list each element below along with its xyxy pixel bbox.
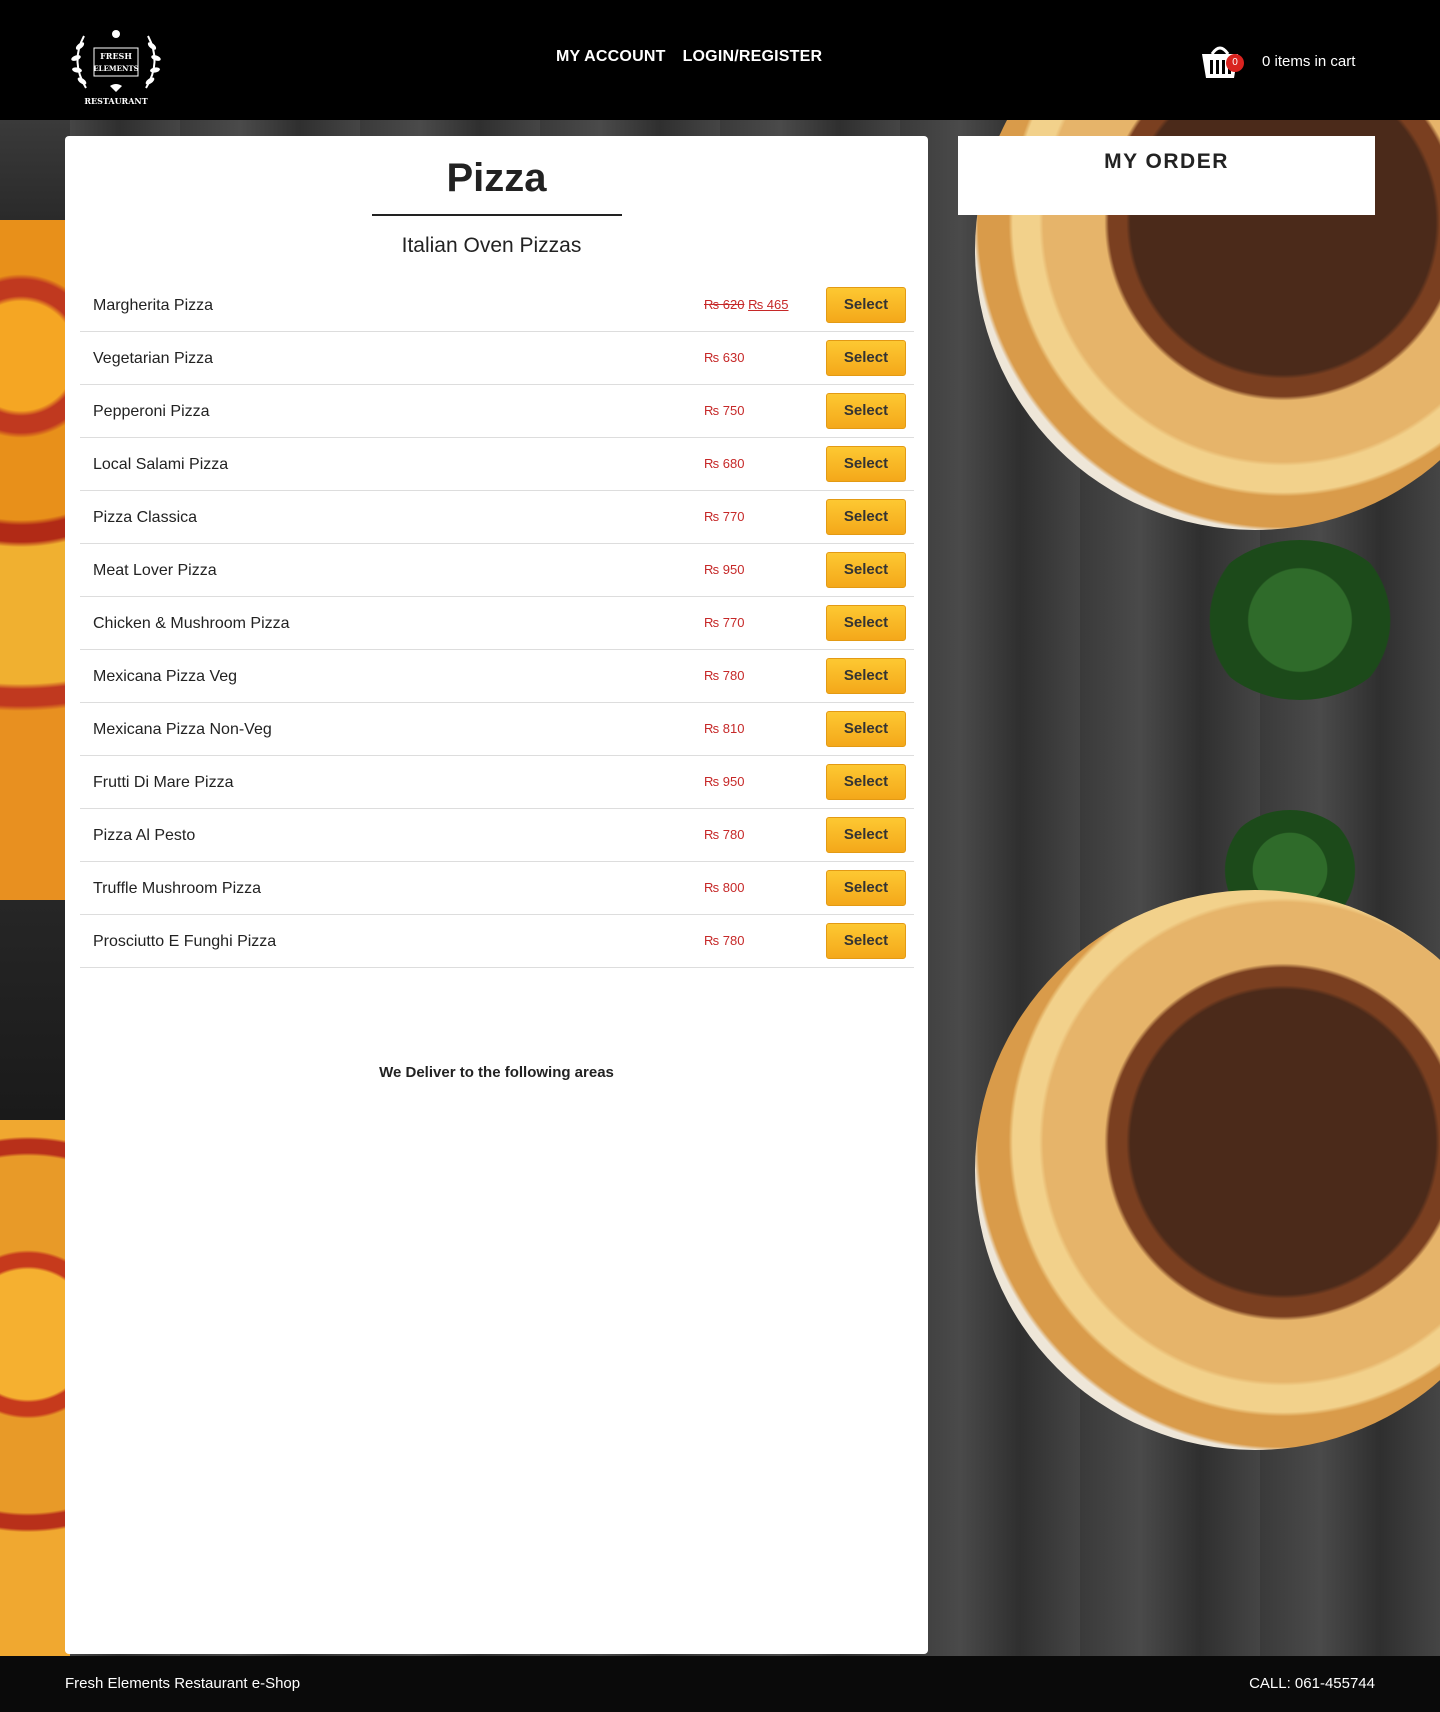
top-nav: MY ACCOUNT LOGIN/REGISTER [556, 48, 822, 66]
basket-icon[interactable]: 0 [1200, 40, 1244, 82]
list-item: Mexicana Pizza Non-Veg ₨ 810 Select [80, 703, 914, 756]
item-price: ₨ 770 [704, 615, 745, 630]
logo-text-bottom: RESTAURANT [84, 96, 147, 106]
footer-phone[interactable]: CALL: 061-455744 [1249, 1675, 1375, 1692]
my-order-panel: MY ORDER [958, 136, 1375, 215]
item-name: Chicken & Mushroom Pizza [93, 615, 290, 632]
item-name: Mexicana Pizza Non-Veg [93, 721, 272, 738]
item-name: Frutti Di Mare Pizza [93, 774, 234, 791]
select-button[interactable]: Select [826, 340, 906, 376]
list-item: Meat Lover Pizza ₨ 950 Select [80, 544, 914, 597]
item-price: ₨ 810 [704, 721, 745, 736]
nav-login-register[interactable]: LOGIN/REGISTER [683, 48, 823, 66]
logo-text-mid: ELEMENTS [93, 64, 138, 73]
list-item: Vegetarian Pizza ₨ 630 Select [80, 332, 914, 385]
select-button[interactable]: Select [826, 923, 906, 959]
list-item: Pizza Classica ₨ 770 Select [80, 491, 914, 544]
item-name: Meat Lover Pizza [93, 562, 217, 579]
title-divider [372, 214, 622, 216]
item-name: Truffle Mushroom Pizza [93, 880, 262, 897]
list-item: Frutti Di Mare Pizza ₨ 950 Select [80, 756, 914, 809]
select-button[interactable]: Select [826, 287, 906, 323]
select-button[interactable]: Select [826, 499, 906, 535]
select-button[interactable]: Select [826, 711, 906, 747]
menu-list: Margherita Pizza ₨ 620 ₨ 465 Select Vege… [80, 279, 914, 968]
item-price: ₨ 800 [704, 880, 745, 895]
item-price: ₨ 950 [704, 774, 745, 789]
item-price: ₨ 950 [704, 562, 745, 577]
footer-shop-name: Fresh Elements Restaurant e-Shop [65, 1675, 301, 1692]
site-header: FRESH ELEMENTS RESTAURANT MY ACCOUNT LOG… [0, 0, 1440, 120]
item-price: ₨ 750 [704, 403, 745, 418]
cart-items-text[interactable]: 0 items in cart [1262, 53, 1355, 70]
item-price: ₨ 620 ₨ 465 [704, 297, 789, 312]
background-stone [0, 120, 70, 220]
item-name: Mexicana Pizza Veg [93, 668, 238, 685]
list-item: Local Salami Pizza ₨ 680 Select [80, 438, 914, 491]
select-button[interactable]: Select [826, 764, 906, 800]
select-button[interactable]: Select [826, 658, 906, 694]
list-item: Mexicana Pizza Veg ₨ 780 Select [80, 650, 914, 703]
background-pizza-image [0, 220, 70, 900]
item-name: Pepperoni Pizza [93, 403, 210, 420]
item-price: ₨ 780 [704, 827, 745, 842]
menu-panel: Pizza Italian Oven Pizzas Margherita Piz… [65, 136, 928, 1654]
logo-text-top: FRESH [100, 51, 132, 61]
list-item: Truffle Mushroom Pizza ₨ 800 Select [80, 862, 914, 915]
cart-count-badge: 0 [1226, 54, 1244, 72]
list-item: Chicken & Mushroom Pizza ₨ 770 Select [80, 597, 914, 650]
item-name: Prosciutto E Funghi Pizza [93, 933, 277, 950]
item-price: ₨ 770 [704, 509, 745, 524]
background-herbs-image [1200, 540, 1400, 700]
item-price: ₨ 780 [704, 668, 745, 683]
list-item: Margherita Pizza ₨ 620 ₨ 465 Select [80, 279, 914, 332]
select-button[interactable]: Select [826, 552, 906, 588]
background-pizza-image [975, 890, 1440, 1450]
item-old-price: ₨ 620 [704, 297, 745, 312]
item-name: Margherita Pizza [93, 297, 214, 314]
my-order-title: MY ORDER [1104, 150, 1229, 173]
background-stone [0, 900, 70, 1120]
list-item: Pepperoni Pizza ₨ 750 Select [80, 385, 914, 438]
list-item: Pizza Al Pesto ₨ 780 Select [80, 809, 914, 862]
item-sale-price: ₨ 465 [748, 297, 789, 312]
item-name: Vegetarian Pizza [93, 350, 214, 367]
select-button[interactable]: Select [826, 605, 906, 641]
item-price: ₨ 680 [704, 456, 745, 471]
cart-summary[interactable]: 0 0 items in cart [1200, 40, 1355, 82]
list-item: Prosciutto E Funghi Pizza ₨ 780 Select [80, 915, 914, 968]
category-title: Pizza [446, 156, 547, 200]
category-subtitle: Italian Oven Pizzas [401, 234, 582, 257]
delivery-areas-heading: We Deliver to the following areas [379, 1064, 614, 1081]
item-name: Pizza Classica [93, 509, 198, 526]
restaurant-logo[interactable]: FRESH ELEMENTS RESTAURANT [66, 16, 166, 108]
select-button[interactable]: Select [826, 446, 906, 482]
background-pizza-image [0, 1120, 70, 1656]
nav-my-account[interactable]: MY ACCOUNT [556, 48, 666, 66]
item-name: Pizza Al Pesto [93, 827, 196, 844]
item-name: Local Salami Pizza [93, 456, 229, 473]
item-price: ₨ 630 [704, 350, 745, 365]
item-price: ₨ 780 [704, 933, 745, 948]
select-button[interactable]: Select [826, 817, 906, 853]
site-footer: Fresh Elements Restaurant e-Shop CALL: 0… [0, 1656, 1440, 1712]
select-button[interactable]: Select [826, 393, 906, 429]
select-button[interactable]: Select [826, 870, 906, 906]
